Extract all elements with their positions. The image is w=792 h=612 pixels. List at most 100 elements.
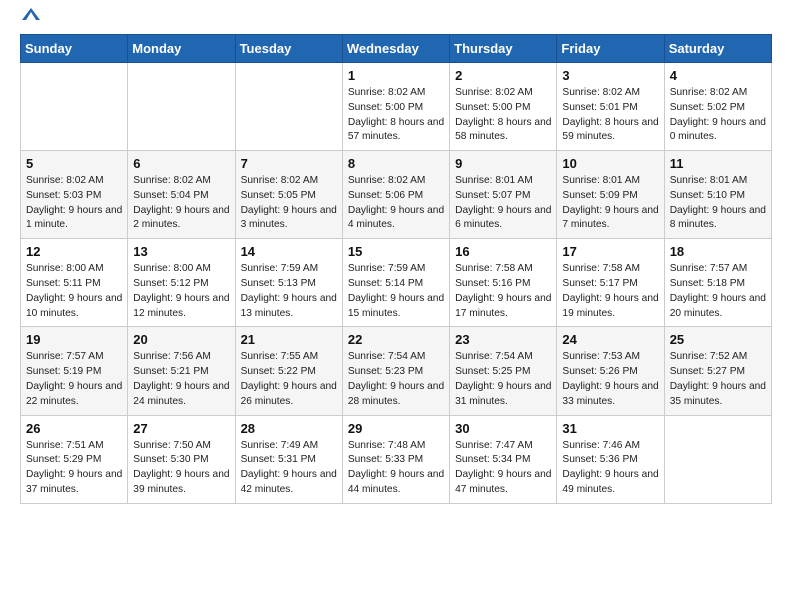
calendar-day-cell: 11 Sunrise: 8:01 AM Sunset: 5:10 PM Dayli…	[664, 151, 771, 239]
day-number: 27	[133, 421, 229, 436]
calendar-day-cell: 30 Sunrise: 7:47 AM Sunset: 5:34 PM Dayli…	[450, 415, 557, 503]
day-info: Sunrise: 7:54 AM Sunset: 5:25 PM Dayligh…	[455, 350, 551, 409]
day-number: 30	[455, 421, 551, 436]
calendar-day-cell: 7 Sunrise: 8:02 AM Sunset: 5:05 PM Daylig…	[235, 151, 342, 239]
calendar-day-cell: 10 Sunrise: 8:01 AM Sunset: 5:09 PM Dayli…	[557, 151, 664, 239]
day-number: 21	[241, 332, 337, 347]
day-info: Sunrise: 7:55 AM Sunset: 5:22 PM Dayligh…	[241, 350, 337, 409]
day-number: 11	[670, 156, 766, 171]
day-number: 5	[26, 156, 122, 171]
day-number: 29	[348, 421, 444, 436]
weekday-header-row: SundayMondayTuesdayWednesdayThursdayFrid…	[21, 35, 772, 63]
day-number: 22	[348, 332, 444, 347]
calendar-day-cell: 27 Sunrise: 7:50 AM Sunset: 5:30 PM Dayli…	[128, 415, 235, 503]
calendar-week-row: 1 Sunrise: 8:02 AM Sunset: 5:00 PM Daylig…	[21, 63, 772, 151]
weekday-header-monday: Monday	[128, 35, 235, 63]
day-info: Sunrise: 7:58 AM Sunset: 5:16 PM Dayligh…	[455, 262, 551, 321]
day-number: 14	[241, 244, 337, 259]
calendar-day-cell: 23 Sunrise: 7:54 AM Sunset: 5:25 PM Dayli…	[450, 327, 557, 415]
calendar-day-cell: 12 Sunrise: 8:00 AM Sunset: 5:11 PM Dayli…	[21, 239, 128, 327]
day-number: 28	[241, 421, 337, 436]
calendar-day-cell: 15 Sunrise: 7:59 AM Sunset: 5:14 PM Dayli…	[342, 239, 449, 327]
day-number: 26	[26, 421, 122, 436]
day-number: 13	[133, 244, 229, 259]
calendar-day-cell: 6Sunrise: 8:02 AM Sunset: 5:04 PM Daylig…	[128, 151, 235, 239]
day-info: Sunrise: 8:01 AM Sunset: 5:07 PM Dayligh…	[455, 174, 551, 233]
calendar-day-cell: 9 Sunrise: 8:01 AM Sunset: 5:07 PM Daylig…	[450, 151, 557, 239]
day-number: 3	[562, 68, 658, 83]
day-number: 17	[562, 244, 658, 259]
weekday-header-friday: Friday	[557, 35, 664, 63]
calendar-day-cell: 26 Sunrise: 7:51 AM Sunset: 5:29 PM Dayli…	[21, 415, 128, 503]
calendar-day-cell: 19 Sunrise: 7:57 AM Sunset: 5:19 PM Dayli…	[21, 327, 128, 415]
day-info: Sunrise: 8:02 AM Sunset: 5:01 PM Dayligh…	[562, 86, 658, 145]
calendar-day-cell: 3 Sunrise: 8:02 AM Sunset: 5:01 PM Daylig…	[557, 63, 664, 151]
day-info: Sunrise: 7:58 AM Sunset: 5:17 PM Dayligh…	[562, 262, 658, 321]
calendar-day-cell: 25Sunrise: 7:52 AM Sunset: 5:27 PM Dayli…	[664, 327, 771, 415]
weekday-header-saturday: Saturday	[664, 35, 771, 63]
day-info: Sunrise: 8:02 AM Sunset: 5:04 PM Dayligh…	[133, 174, 229, 233]
day-info: Sunrise: 7:59 AM Sunset: 5:14 PM Dayligh…	[348, 262, 444, 321]
day-info: Sunrise: 7:48 AM Sunset: 5:33 PM Dayligh…	[348, 439, 444, 498]
calendar-day-cell: 8 Sunrise: 8:02 AM Sunset: 5:06 PM Daylig…	[342, 151, 449, 239]
day-number: 23	[455, 332, 551, 347]
calendar-day-cell: 24Sunrise: 7:53 AM Sunset: 5:26 PM Dayli…	[557, 327, 664, 415]
day-info: Sunrise: 8:02 AM Sunset: 5:00 PM Dayligh…	[455, 86, 551, 145]
calendar-week-row: 12 Sunrise: 8:00 AM Sunset: 5:11 PM Dayli…	[21, 239, 772, 327]
day-info: Sunrise: 8:02 AM Sunset: 5:06 PM Dayligh…	[348, 174, 444, 233]
calendar-day-cell: 1Sunrise: 8:02 AM Sunset: 5:00 PM Daylig…	[342, 63, 449, 151]
day-info: Sunrise: 7:49 AM Sunset: 5:31 PM Dayligh…	[241, 439, 337, 498]
day-number: 9	[455, 156, 551, 171]
day-info: Sunrise: 8:00 AM Sunset: 5:12 PM Dayligh…	[133, 262, 229, 321]
day-info: Sunrise: 8:00 AM Sunset: 5:11 PM Dayligh…	[26, 262, 122, 321]
day-number: 1	[348, 68, 444, 83]
day-info: Sunrise: 7:54 AM Sunset: 5:23 PM Dayligh…	[348, 350, 444, 409]
day-info: Sunrise: 7:57 AM Sunset: 5:18 PM Dayligh…	[670, 262, 766, 321]
day-number: 19	[26, 332, 122, 347]
day-number: 25	[670, 332, 766, 347]
day-info: Sunrise: 7:51 AM Sunset: 5:29 PM Dayligh…	[26, 439, 122, 498]
day-number: 7	[241, 156, 337, 171]
day-info: Sunrise: 7:50 AM Sunset: 5:30 PM Dayligh…	[133, 439, 229, 498]
calendar-day-cell: 17 Sunrise: 7:58 AM Sunset: 5:17 PM Dayli…	[557, 239, 664, 327]
day-number: 20	[133, 332, 229, 347]
calendar-day-cell: 5Sunrise: 8:02 AM Sunset: 5:03 PM Daylig…	[21, 151, 128, 239]
day-number: 10	[562, 156, 658, 171]
calendar-table: SundayMondayTuesdayWednesdayThursdayFrid…	[20, 34, 772, 504]
logo	[20, 16, 40, 24]
calendar-week-row: 26 Sunrise: 7:51 AM Sunset: 5:29 PM Dayli…	[21, 415, 772, 503]
day-info: Sunrise: 7:57 AM Sunset: 5:19 PM Dayligh…	[26, 350, 122, 409]
day-number: 4	[670, 68, 766, 83]
calendar-empty-cell	[664, 415, 771, 503]
calendar-empty-cell	[235, 63, 342, 151]
day-info: Sunrise: 7:56 AM Sunset: 5:21 PM Dayligh…	[133, 350, 229, 409]
day-info: Sunrise: 7:46 AM Sunset: 5:36 PM Dayligh…	[562, 439, 658, 498]
calendar-day-cell: 20 Sunrise: 7:56 AM Sunset: 5:21 PM Dayli…	[128, 327, 235, 415]
calendar-week-row: 5Sunrise: 8:02 AM Sunset: 5:03 PM Daylig…	[21, 151, 772, 239]
calendar-day-cell: 18Sunrise: 7:57 AM Sunset: 5:18 PM Dayli…	[664, 239, 771, 327]
day-number: 8	[348, 156, 444, 171]
day-info: Sunrise: 8:01 AM Sunset: 5:09 PM Dayligh…	[562, 174, 658, 233]
weekday-header-wednesday: Wednesday	[342, 35, 449, 63]
day-info: Sunrise: 7:59 AM Sunset: 5:13 PM Dayligh…	[241, 262, 337, 321]
day-number: 16	[455, 244, 551, 259]
day-info: Sunrise: 8:02 AM Sunset: 5:02 PM Dayligh…	[670, 86, 766, 145]
calendar-day-cell: 21 Sunrise: 7:55 AM Sunset: 5:22 PM Dayli…	[235, 327, 342, 415]
calendar-day-cell: 28 Sunrise: 7:49 AM Sunset: 5:31 PM Dayli…	[235, 415, 342, 503]
calendar-day-cell: 16 Sunrise: 7:58 AM Sunset: 5:16 PM Dayli…	[450, 239, 557, 327]
day-number: 15	[348, 244, 444, 259]
calendar-week-row: 19 Sunrise: 7:57 AM Sunset: 5:19 PM Dayli…	[21, 327, 772, 415]
calendar-empty-cell	[21, 63, 128, 151]
day-info: Sunrise: 7:47 AM Sunset: 5:34 PM Dayligh…	[455, 439, 551, 498]
calendar-day-cell: 2 Sunrise: 8:02 AM Sunset: 5:00 PM Daylig…	[450, 63, 557, 151]
day-number: 12	[26, 244, 122, 259]
weekday-header-tuesday: Tuesday	[235, 35, 342, 63]
day-number: 2	[455, 68, 551, 83]
calendar-day-cell: 13 Sunrise: 8:00 AM Sunset: 5:12 PM Dayli…	[128, 239, 235, 327]
weekday-header-sunday: Sunday	[21, 35, 128, 63]
calendar-day-cell: 31Sunrise: 7:46 AM Sunset: 5:36 PM Dayli…	[557, 415, 664, 503]
calendar-day-cell: 29 Sunrise: 7:48 AM Sunset: 5:33 PM Dayli…	[342, 415, 449, 503]
day-info: Sunrise: 8:02 AM Sunset: 5:05 PM Dayligh…	[241, 174, 337, 233]
weekday-header-thursday: Thursday	[450, 35, 557, 63]
day-info: Sunrise: 8:01 AM Sunset: 5:10 PM Dayligh…	[670, 174, 766, 233]
